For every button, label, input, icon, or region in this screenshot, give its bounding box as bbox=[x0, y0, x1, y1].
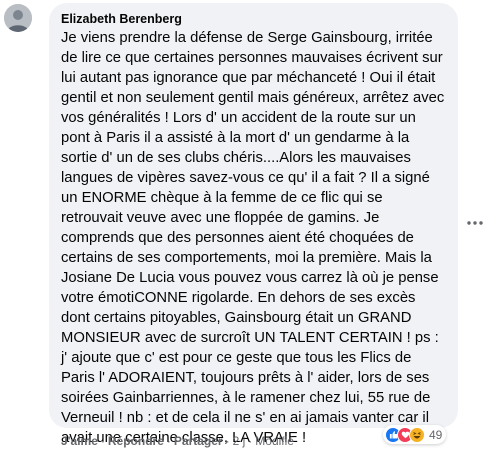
comment-bubble: Elizabeth Berenberg Je viens prendre la … bbox=[49, 3, 458, 446]
comment-author[interactable]: Elizabeth Berenberg bbox=[61, 11, 446, 27]
reply-button[interactable]: Répondre bbox=[108, 434, 164, 448]
avatar[interactable] bbox=[4, 4, 32, 32]
edited-label[interactable]: Modifié bbox=[255, 434, 294, 448]
timestamp[interactable]: 2 j bbox=[233, 434, 246, 448]
more-options-icon[interactable] bbox=[467, 212, 483, 225]
separator: · bbox=[248, 434, 253, 448]
reaction-count[interactable]: 49 bbox=[429, 428, 442, 442]
separator: · bbox=[166, 434, 171, 448]
comment-text: Je viens prendre la défense de Serge Gai… bbox=[61, 30, 445, 446]
like-button[interactable]: J'aime bbox=[61, 434, 98, 448]
reactions-summary[interactable]: 49 bbox=[383, 425, 447, 444]
separator: · bbox=[225, 434, 230, 448]
haha-icon bbox=[409, 426, 425, 443]
comment-actions: J'aime · Répondre · Partager · 2 j · Modifié bbox=[61, 433, 294, 449]
separator: · bbox=[100, 434, 105, 448]
share-button[interactable]: Partager bbox=[174, 434, 223, 448]
